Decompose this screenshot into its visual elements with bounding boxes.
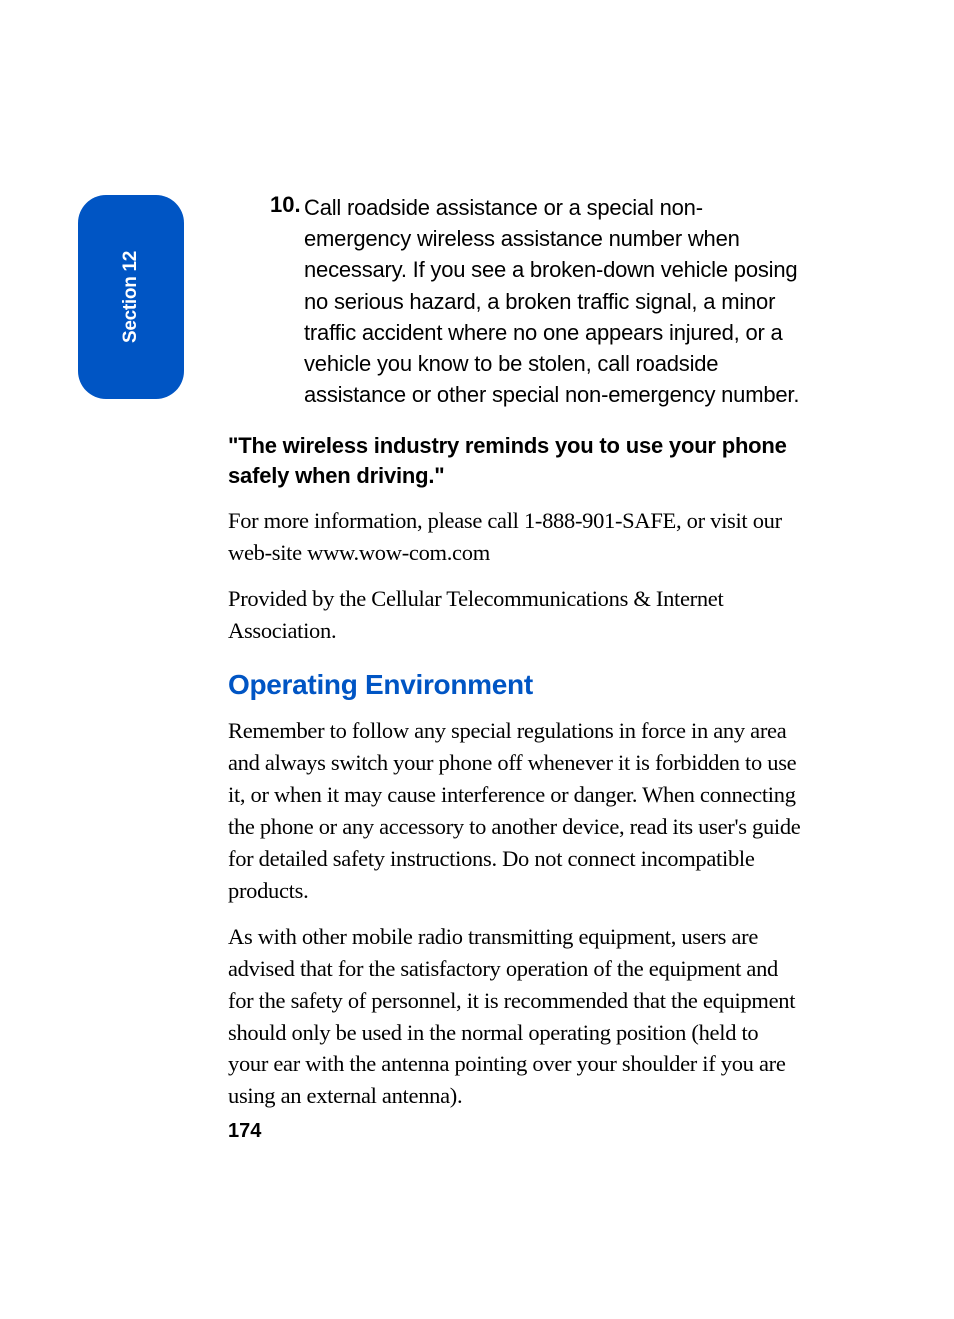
quote-text: "The wireless industry reminds you to us… xyxy=(228,431,802,492)
list-item-number: 10. xyxy=(228,192,270,411)
section-tab-label: Section 12 xyxy=(120,251,142,343)
info-paragraph: For more information, please call 1-888-… xyxy=(228,505,802,569)
body-paragraph-2: As with other mobile radio transmitting … xyxy=(228,921,802,1113)
body-paragraph-1: Remember to follow any special regulatio… xyxy=(228,715,802,907)
page-number: 174 xyxy=(228,1120,261,1143)
page-content: 10. Call roadside assistance or a specia… xyxy=(228,192,802,1126)
section-heading: Operating Environment xyxy=(228,669,802,701)
list-item: 10. Call roadside assistance or a specia… xyxy=(228,192,802,411)
list-item-text: Call roadside assistance or a special no… xyxy=(270,192,802,411)
provider-paragraph: Provided by the Cellular Telecommunicati… xyxy=(228,583,802,647)
section-tab: Section 12 xyxy=(78,195,184,399)
